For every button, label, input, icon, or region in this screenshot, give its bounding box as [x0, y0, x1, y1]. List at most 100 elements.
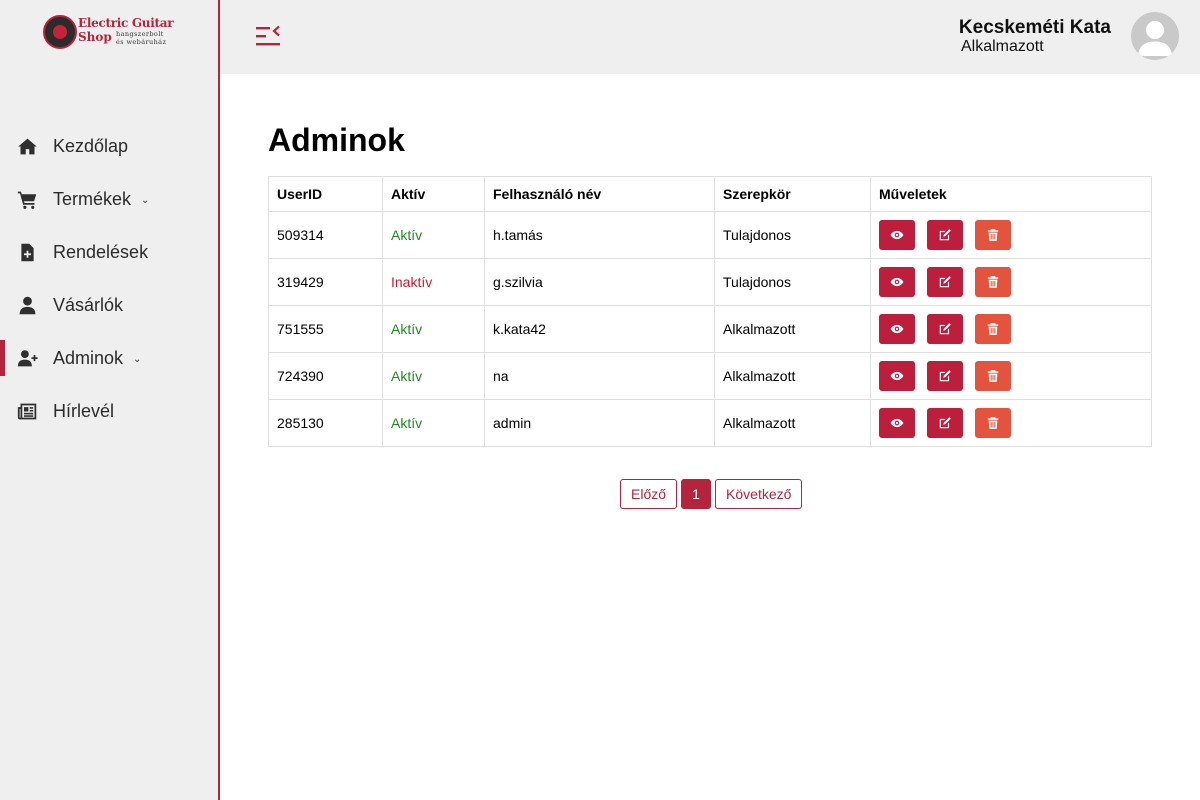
user-name: Kecskeméti Kata [958, 17, 1111, 38]
cell-userid: 724390 [268, 352, 383, 400]
logo-subtext-line2: és webáruház [116, 38, 167, 46]
cell-username: g.szilvia [484, 258, 715, 306]
logo[interactable]: Electric Guitar Shop hangszerbolt és web… [43, 14, 178, 50]
sidebar-item-label: Vásárlók [53, 295, 124, 315]
table-row: 319429 Inaktív g.szilvia Tulajdonos [268, 258, 1152, 306]
page-1-button[interactable]: 1 [681, 479, 712, 509]
column-header-role[interactable]: Szerepkör [714, 176, 871, 212]
eye-icon [890, 324, 904, 334]
view-button[interactable] [879, 314, 915, 344]
edit-button[interactable] [927, 220, 963, 250]
view-button[interactable] [879, 408, 915, 438]
cell-actions [870, 305, 1152, 353]
previous-page-button[interactable]: Előző [620, 479, 678, 509]
row-actions [879, 361, 1143, 391]
file-plus-icon [16, 242, 38, 264]
cell-username: admin [484, 399, 715, 447]
row-actions [879, 314, 1143, 344]
guitar-logo-icon [43, 15, 77, 49]
cell-actions [870, 258, 1152, 306]
sidebar: Electric Guitar Shop hangszerbolt és web… [0, 0, 220, 800]
next-page-button[interactable]: Következő [715, 479, 803, 509]
logo-text-line2: Shop [78, 30, 112, 44]
sidebar-toggle-button[interactable] [255, 24, 281, 48]
top-header: Kecskeméti Kata Alkalmazott [220, 0, 1200, 74]
edit-icon [939, 370, 951, 382]
table-header-row: UserID Aktív Felhasználó név Szerepkör M… [268, 176, 1152, 212]
sidebar-item-label: Adminok [53, 348, 124, 368]
view-button[interactable] [879, 220, 915, 250]
trash-icon [987, 276, 999, 288]
cell-actions [870, 399, 1152, 447]
status-badge: Aktív [382, 399, 485, 447]
table-row: 724390 Aktív na Alkalmazott [268, 352, 1152, 400]
cell-role: Alkalmazott [714, 305, 871, 353]
row-actions [879, 408, 1143, 438]
avatar[interactable] [1131, 12, 1179, 60]
table-row: 285130 Aktív admin Alkalmazott [268, 399, 1152, 447]
newspaper-icon [16, 401, 38, 423]
trash-icon [987, 229, 999, 241]
eye-icon [890, 371, 904, 381]
avatar-placeholder-icon [1138, 21, 1172, 56]
delete-button[interactable] [975, 408, 1011, 438]
delete-button[interactable] [975, 314, 1011, 344]
edit-icon [939, 417, 951, 429]
sidebar-item-adminok[interactable]: Adminok ⌄ [0, 332, 218, 385]
sidebar-nav: Kezdőlap Termékek ⌄ Rendelések Vásárlók [0, 120, 218, 438]
view-button[interactable] [879, 267, 915, 297]
cart-icon [16, 189, 38, 211]
edit-button[interactable] [927, 361, 963, 391]
logo-subtext-line1: hangszerbolt [116, 30, 164, 38]
edit-button[interactable] [927, 408, 963, 438]
sidebar-item-label: Hírlevél [53, 401, 115, 421]
edit-icon [939, 229, 951, 241]
trash-icon [987, 370, 999, 382]
delete-button[interactable] [975, 220, 1011, 250]
sidebar-item-termekek[interactable]: Termékek ⌄ [0, 173, 218, 226]
eye-icon [890, 230, 904, 240]
cell-role: Tulajdonos [714, 258, 871, 306]
admins-table: UserID Aktív Felhasználó név Szerepkör M… [268, 176, 1152, 447]
sidebar-item-vasarlok[interactable]: Vásárlók [0, 279, 218, 332]
cell-actions [870, 211, 1152, 259]
user-role: Alkalmazott [961, 38, 1044, 55]
logo-text-line1: Electric Guitar [78, 16, 174, 30]
cell-role: Tulajdonos [714, 211, 871, 259]
column-header-username[interactable]: Felhasználó név [484, 176, 715, 212]
status-badge: Inaktív [382, 258, 485, 306]
sidebar-item-rendelesek[interactable]: Rendelések [0, 226, 218, 279]
column-header-userid[interactable]: UserID [268, 176, 383, 212]
delete-button[interactable] [975, 361, 1011, 391]
cell-username: h.tamás [484, 211, 715, 259]
pagination: Előző 1 Következő [620, 479, 803, 509]
edit-button[interactable] [927, 267, 963, 297]
chevron-down-icon: ⌄ [141, 195, 150, 206]
cell-role: Alkalmazott [714, 399, 871, 447]
user-plus-icon [16, 348, 38, 370]
cell-userid: 751555 [268, 305, 383, 353]
menu-collapse-icon [256, 25, 280, 46]
cell-role: Alkalmazott [714, 352, 871, 400]
edit-icon [939, 276, 951, 288]
status-badge: Aktív [382, 305, 485, 353]
column-header-actions: Műveletek [870, 176, 1152, 212]
edit-button[interactable] [927, 314, 963, 344]
user-icon [16, 295, 38, 317]
column-header-active[interactable]: Aktív [382, 176, 485, 212]
cell-username: na [484, 352, 715, 400]
cell-userid: 285130 [268, 399, 383, 447]
cell-userid: 509314 [268, 211, 383, 259]
view-button[interactable] [879, 361, 915, 391]
delete-button[interactable] [975, 267, 1011, 297]
trash-icon [987, 417, 999, 429]
sidebar-item-kezdolap[interactable]: Kezdőlap [0, 120, 218, 173]
cell-actions [870, 352, 1152, 400]
trash-icon [987, 323, 999, 335]
status-badge: Aktív [382, 352, 485, 400]
sidebar-item-label: Termékek [53, 189, 132, 209]
chevron-down-icon: ⌄ [133, 354, 142, 365]
sidebar-item-hirlevel[interactable]: Hírlevél [0, 385, 218, 438]
table-row: 509314 Aktív h.tamás Tulajdonos [268, 211, 1152, 259]
eye-icon [890, 418, 904, 428]
